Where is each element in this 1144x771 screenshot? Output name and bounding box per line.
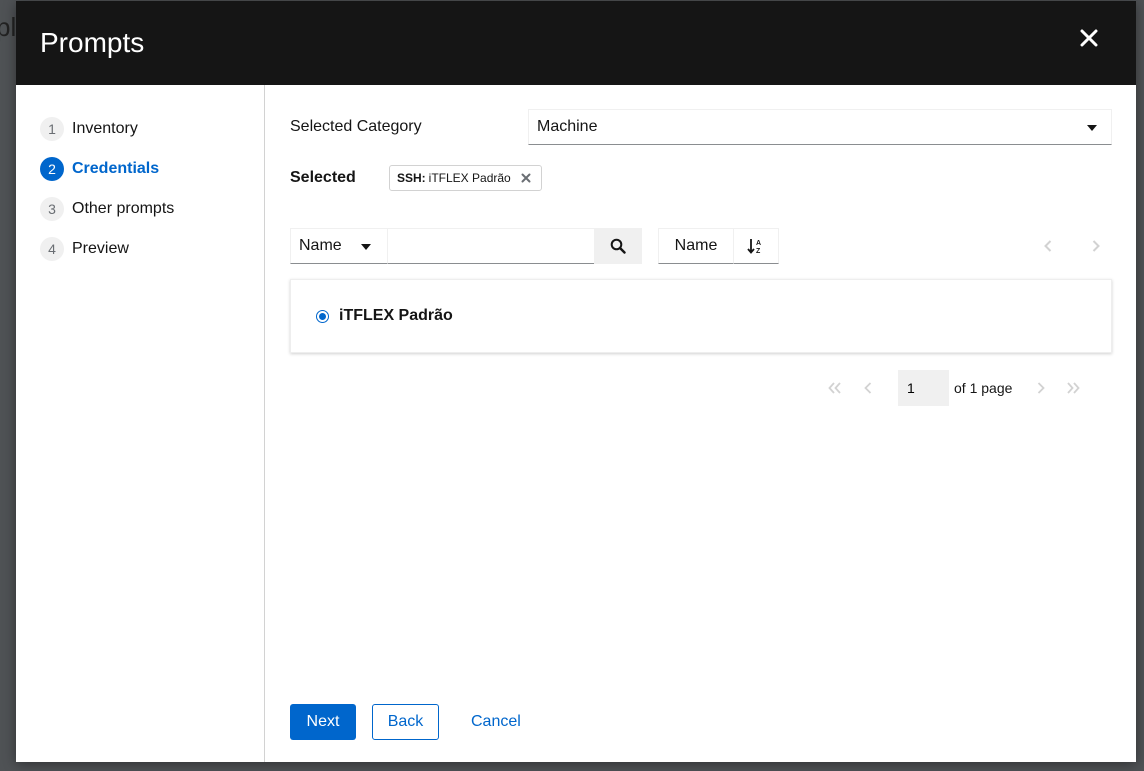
chevron-right-icon	[1092, 240, 1100, 252]
last-page-button[interactable]	[1063, 378, 1083, 398]
wizard-content: Selected Category Machine Selected SSH: …	[290, 85, 1112, 762]
double-chevron-left-icon	[828, 382, 841, 394]
chevron-left-icon	[864, 382, 872, 394]
prompts-modal: Prompts 1 Inventory 2 Credentials 3 Othe…	[16, 1, 1136, 762]
list-item[interactable]: iTFLEX Padrão	[290, 279, 1112, 353]
sort-alpha-down-icon: AZ	[747, 239, 761, 254]
selected-row: Selected SSH: iTFLEX Padrão	[290, 165, 542, 191]
nav-item-credentials[interactable]: 2 Credentials	[16, 149, 264, 189]
svg-text:Z: Z	[756, 248, 761, 254]
page-count-text: of 1 page	[954, 380, 1013, 396]
nav-item-label: Preview	[72, 240, 129, 257]
back-button[interactable]: Back	[372, 704, 439, 740]
prev-page-button[interactable]	[858, 378, 878, 398]
step-number: 4	[40, 237, 64, 261]
chevron-left-icon	[1044, 240, 1052, 252]
modal-header: Prompts	[16, 1, 1136, 85]
caret-down-icon	[1087, 125, 1097, 131]
close-button[interactable]	[1080, 29, 1104, 53]
caret-down-icon	[361, 244, 371, 250]
list-item-radio[interactable]	[316, 309, 329, 323]
toolbar-prev-page-button[interactable]	[1038, 236, 1058, 256]
search-button[interactable]	[594, 228, 642, 264]
search-input[interactable]	[388, 228, 595, 264]
chip-value: iTFLEX Padrão	[428, 171, 511, 185]
nav-item-preview[interactable]: 4 Preview	[16, 229, 264, 269]
sort-field-select[interactable]: Name	[658, 228, 733, 264]
filter-type-value: Name	[299, 237, 342, 254]
nav-item-inventory[interactable]: 1 Inventory	[16, 109, 264, 149]
filter-type-select[interactable]: Name	[290, 228, 388, 264]
search-icon	[610, 238, 626, 254]
radio-selected-dot	[319, 312, 326, 320]
double-chevron-right-icon	[1067, 382, 1080, 394]
modal-title: Prompts	[40, 27, 145, 58]
close-icon	[1080, 29, 1098, 47]
category-value: Machine	[537, 118, 598, 135]
wizard-nav: 1 Inventory 2 Credentials 3 Other prompt…	[16, 85, 265, 762]
wizard-footer: Next Back Cancel	[290, 704, 537, 740]
background-page-fragment: pl	[0, 12, 17, 42]
list-item-label: iTFLEX Padrão	[339, 307, 453, 324]
cancel-button[interactable]: Cancel	[455, 704, 537, 740]
nav-item-label: Other prompts	[72, 200, 175, 217]
step-number: 1	[40, 117, 64, 141]
sort-field-value: Name	[674, 237, 718, 254]
toolbar-next-page-button[interactable]	[1086, 236, 1106, 256]
step-number: 3	[40, 197, 64, 221]
step-number: 2	[40, 157, 64, 181]
nav-item-label: Credentials	[72, 160, 160, 177]
sort-direction-button[interactable]: AZ	[733, 228, 779, 264]
page-number-input[interactable]	[898, 370, 949, 406]
chevron-right-icon	[1037, 382, 1045, 394]
category-select[interactable]: Machine	[528, 109, 1112, 145]
nav-item-label: Inventory	[72, 120, 138, 137]
category-label: Selected Category	[290, 118, 422, 135]
list-toolbar: Name Name AZ	[290, 228, 1112, 264]
svg-text:A: A	[756, 240, 761, 247]
first-page-button[interactable]	[825, 378, 845, 398]
selected-label: Selected	[290, 169, 356, 186]
next-page-button[interactable]	[1031, 378, 1051, 398]
category-row: Selected Category Machine	[290, 109, 1112, 145]
chip-prefix: SSH:	[397, 171, 426, 185]
chip-close-icon[interactable]	[521, 173, 531, 183]
nav-item-other-prompts[interactable]: 3 Other prompts	[16, 189, 264, 229]
next-button[interactable]: Next	[290, 704, 356, 740]
selected-chip: SSH: iTFLEX Padrão	[389, 165, 542, 191]
